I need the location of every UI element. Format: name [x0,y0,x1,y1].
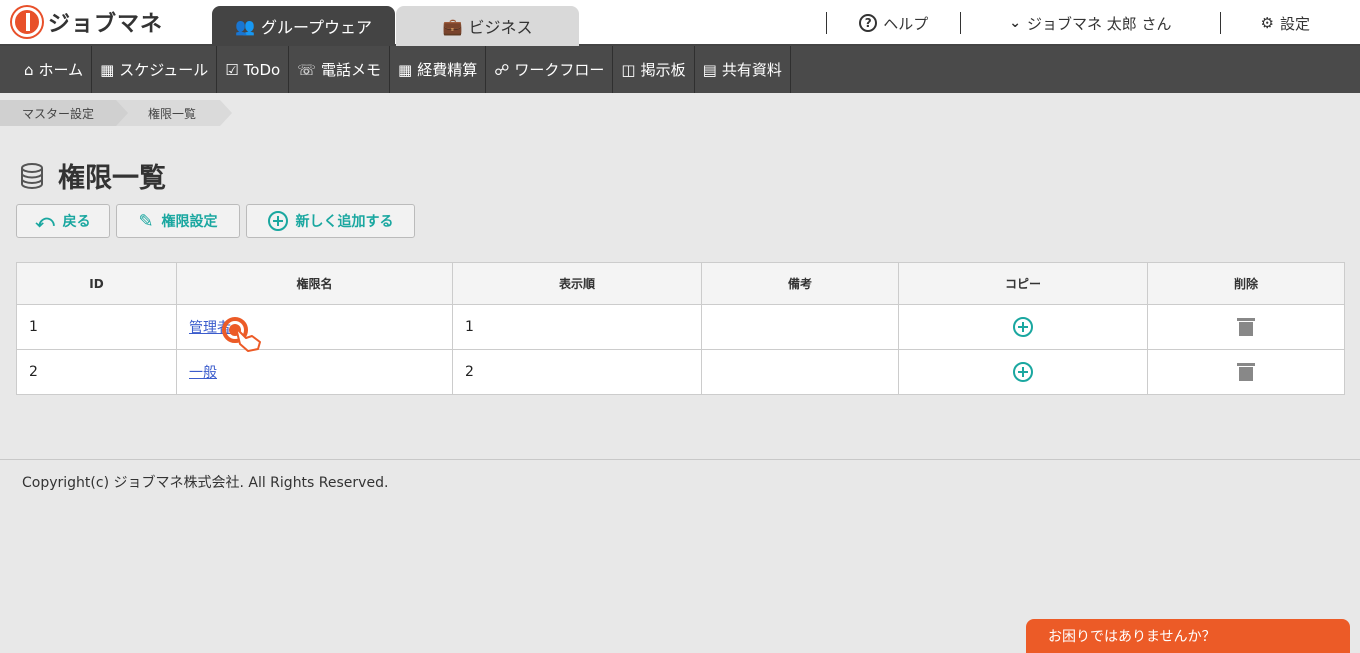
breadcrumb-label: マスター設定 [22,106,95,121]
settings-link[interactable]: ⚙ 設定 [1221,13,1360,34]
brand-logo[interactable]: ジョブマネ [12,6,163,38]
reply-arrow-icon: ⤺ [35,210,55,232]
copy-plus-icon[interactable] [1013,362,1033,382]
trash-icon[interactable] [1237,318,1255,336]
nav-shared-docs-label: 共有資料 [721,61,782,79]
col-name: 権限名 [176,262,453,305]
database-icon [21,162,43,189]
cell-note [701,349,899,395]
clipboard-icon: ☑ [225,60,239,79]
help-label: ヘルプ [883,14,929,33]
help-link[interactable]: ? ヘルプ [827,13,960,34]
add-new-label: 新しく追加する [295,214,394,230]
pen-icon: ✎ [138,210,154,232]
app-header: ジョブマネ 👥 グループウェア 💼 ビジネス ? ヘルプ ⌄ ジョブマネ 太郎 … [0,0,1360,46]
people-icon: 👥 [235,16,255,36]
documents-icon: ▤ [702,60,717,79]
main-nav: ⌂ ホーム ▦ スケジュール ☑ ToDo ☏ 電話メモ ▦ 経費精算 ☍ ワークフロー ◫… [0,46,1360,93]
cell-delete [1147,349,1345,395]
settings-label: 設定 [1279,14,1310,33]
copy-plus-icon[interactable] [1013,317,1033,337]
breadcrumb-label: 権限一覧 [148,106,197,121]
nav-expenses[interactable]: ▦ 経費精算 [390,46,487,93]
chevron-down-icon: ⌄ [1009,15,1021,31]
phone-icon: ☏ [297,60,316,79]
nav-todo-label: ToDo [243,60,281,79]
tab-groupware[interactable]: 👥 グループウェア [212,6,395,46]
cell-name: 管理者 [176,304,453,350]
cell-order: 1 [452,304,702,350]
cell-name: 一般 [176,349,453,395]
calculator-icon: ▦ [398,60,413,79]
help-chat-button[interactable]: お困りではありませんか？ [1026,619,1350,653]
nav-expenses-label: 経費精算 [417,61,478,79]
nav-board[interactable]: ◫ 掲示板 [613,46,695,93]
user-menu[interactable]: ⌄ ジョブマネ 太郎 さん [961,13,1219,34]
col-order: 表示順 [452,262,702,305]
help-icon: ? [859,14,878,32]
tab-groupware-label: グループウェア [260,18,372,37]
col-copy: コピー [898,262,1148,305]
back-button[interactable]: ⤺ 戻る [16,204,110,238]
col-delete: 削除 [1147,262,1345,305]
cell-id: 1 [16,304,177,350]
workflow-icon: ☍ [494,60,510,79]
page-title: 権限一覧 [58,163,166,194]
table-row: 1 管理者 1 [16,304,1345,350]
permission-table: ID 権限名 表示順 備考 コピー 削除 1 管理者 1 2 一般 2 [16,262,1345,395]
nav-schedule-label: スケジュール [119,61,209,79]
briefcase-icon: 💼 [442,16,463,36]
breadcrumb-current: 権限一覧 [116,100,232,126]
calendar-icon: ▦ [100,60,115,79]
nav-home[interactable]: ⌂ ホーム [16,46,93,93]
footer-divider [0,459,1360,460]
home-icon: ⌂ [24,60,34,79]
user-name: ジョブマネ 太郎 さん [1026,14,1172,33]
cell-note [701,304,899,350]
col-id: ID [16,262,177,305]
permission-name-link[interactable]: 一般 [189,365,217,381]
nav-phone-memo[interactable]: ☏ 電話メモ [289,46,390,93]
cell-delete [1147,304,1345,350]
nav-workflow[interactable]: ☍ ワークフロー [486,46,614,93]
cell-order: 2 [452,349,702,395]
help-chat-label: お困りではありませんか？ [1048,629,1216,645]
breadcrumb-master-settings[interactable]: マスター設定 [0,100,128,126]
trash-icon[interactable] [1237,363,1255,381]
copyright: Copyright(c) ジョブマネ株式会社. All Rights Reser… [22,475,389,491]
nav-home-label: ホーム [38,61,84,79]
brand-name: ジョブマネ [48,12,164,37]
cell-id: 2 [16,349,177,395]
nav-shared-docs[interactable]: ▤ 共有資料 [695,46,791,93]
board-icon: ◫ [621,60,636,79]
nav-schedule[interactable]: ▦ スケジュール [92,46,218,93]
permission-settings-label: 権限設定 [161,214,218,230]
nav-workflow-label: ワークフロー [514,61,605,79]
col-note: 備考 [701,262,899,305]
nav-phone-memo-label: 電話メモ [320,61,381,79]
cell-copy [898,349,1148,395]
add-new-button[interactable]: 新しく追加する [246,204,415,238]
brand-logo-icon [12,7,42,37]
nav-board-label: 掲示板 [640,61,686,79]
gear-icon: ⚙ [1260,14,1274,32]
plus-circle-icon [267,211,288,231]
nav-todo[interactable]: ☑ ToDo [217,46,290,93]
breadcrumb: マスター設定 権限一覧 [0,100,232,126]
tab-business[interactable]: 💼 ビジネス [396,6,579,46]
cell-copy [898,304,1148,350]
permission-settings-button[interactable]: ✎ 権限設定 [116,204,240,238]
table-header-row: ID 権限名 表示順 備考 コピー 削除 [16,262,1345,305]
tab-business-label: ビジネス [468,18,533,37]
table-row: 2 一般 2 [16,349,1345,395]
page-header: 権限一覧 [20,156,166,195]
action-buttons: ⤺ 戻る ✎ 権限設定 新しく追加する [16,204,415,238]
back-button-label: 戻る [62,214,91,230]
click-cursor-icon [222,317,261,352]
